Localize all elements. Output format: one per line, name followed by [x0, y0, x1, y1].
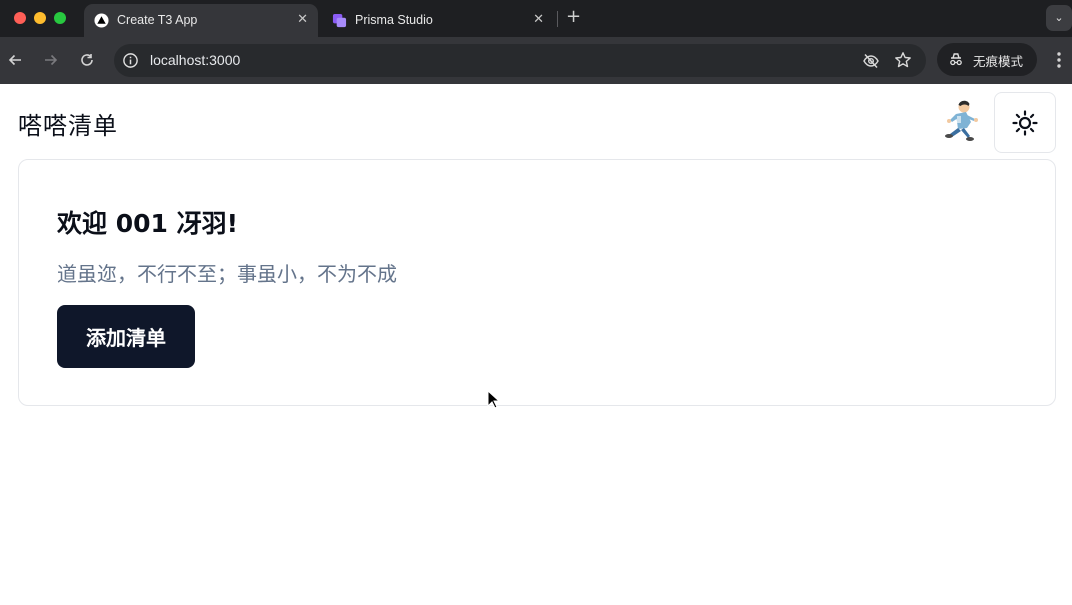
- sun-icon: [1012, 109, 1038, 136]
- incognito-icon: [950, 53, 962, 66]
- tab-close-icon[interactable]: ✕: [297, 12, 308, 27]
- bookmark-star-icon[interactable]: [894, 51, 912, 69]
- add-list-button[interactable]: 添加清单: [57, 305, 195, 368]
- incognito-indicator[interactable]: 无痕模式: [937, 43, 1037, 76]
- welcome-heading: 欢迎 001 冴羽!: [57, 209, 238, 238]
- page-content: 嗒嗒清单 欢迎 001 冴羽! 道虽迩，不行不至；事虽小，不为不成 添加清单: [0, 84, 1072, 605]
- theme-toggle-button[interactable]: [994, 92, 1056, 153]
- incognito-label: 无痕模式: [973, 54, 1024, 69]
- back-arrow-icon[interactable]: [5, 50, 25, 70]
- tab-separator: [557, 11, 558, 27]
- tab-create-t3-app[interactable]: Create T3 App ✕: [84, 4, 318, 37]
- prisma-favicon-icon: [332, 13, 347, 28]
- welcome-card: 欢迎 001 冴羽! 道虽迩，不行不至；事虽小，不为不成 添加清单: [18, 159, 1056, 406]
- tab-title: Prisma Studio: [355, 13, 433, 27]
- url-text[interactable]: localhost:3000: [150, 52, 240, 68]
- tab-prisma-studio[interactable]: Prisma Studio ✕: [322, 4, 554, 37]
- browser-toolbar: localhost:3000 无痕模式: [0, 37, 1072, 84]
- address-bar[interactable]: localhost:3000: [114, 44, 926, 77]
- browser-menu-icon[interactable]: [1052, 50, 1066, 70]
- app-title: 嗒嗒清单: [18, 112, 118, 140]
- site-info-icon[interactable]: [122, 52, 139, 69]
- tab-search-chevron-icon[interactable]: ⌄: [1046, 5, 1072, 31]
- motto-text: 道虽迩，不行不至；事虽小，不为不成: [57, 262, 397, 286]
- tab-close-icon[interactable]: ✕: [533, 12, 544, 27]
- window-maximize-button[interactable]: [54, 12, 66, 24]
- reload-icon[interactable]: [77, 50, 97, 70]
- tab-title: Create T3 App: [117, 13, 198, 27]
- window-close-button[interactable]: [14, 12, 26, 24]
- user-avatar[interactable]: [936, 98, 982, 144]
- new-tab-plus-icon[interactable]: +: [566, 6, 581, 27]
- mouse-cursor-icon: [487, 390, 501, 409]
- forward-arrow-icon[interactable]: [41, 50, 61, 70]
- window-minimize-button[interactable]: [34, 12, 46, 24]
- browser-tab-bar: Create T3 App ✕ Prisma Studio ✕ + ⌄: [0, 0, 1072, 37]
- t3-favicon-icon: [94, 13, 109, 28]
- eye-off-icon[interactable]: [862, 52, 880, 70]
